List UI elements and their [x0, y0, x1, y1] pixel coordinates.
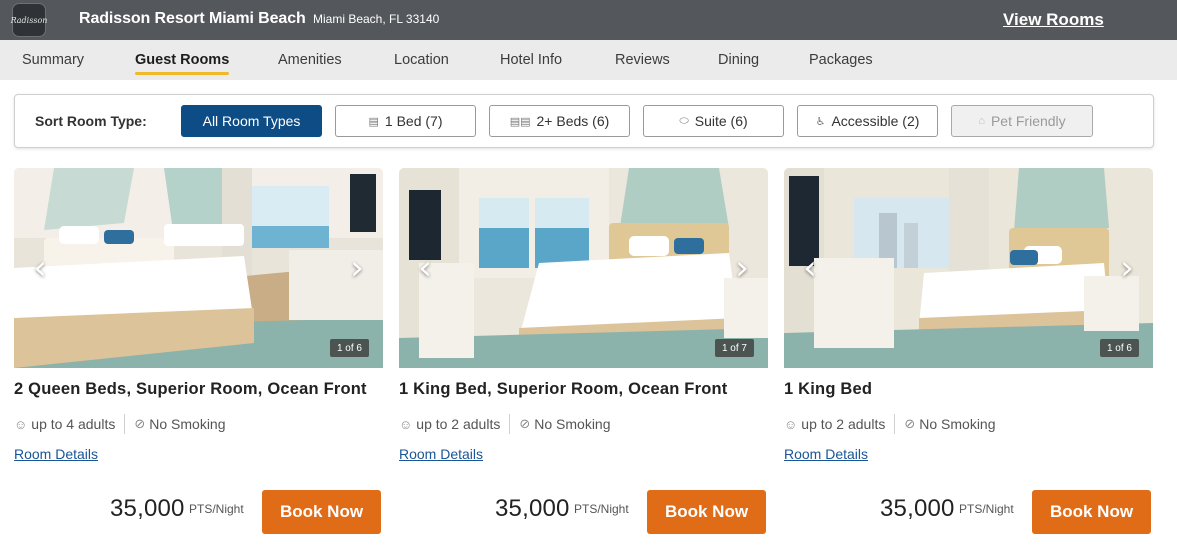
- prev-photo-icon[interactable]: ‹: [413, 250, 437, 286]
- filter-label: Pet Friendly: [990, 113, 1066, 129]
- filter-2-plus-beds[interactable]: ▤▤ 2+ Beds (6): [489, 105, 630, 137]
- next-photo-icon[interactable]: ›: [730, 250, 754, 286]
- logo-text: Radisson: [10, 15, 48, 25]
- hotel-address: Miami Beach, FL 33140: [313, 12, 440, 26]
- two-beds-icon: ▤▤: [509, 115, 531, 128]
- book-now-button[interactable]: Book Now: [647, 490, 766, 534]
- room-details-link[interactable]: Room Details: [399, 446, 483, 462]
- tab-packages[interactable]: Packages: [809, 52, 873, 68]
- person-icon: ☺: [399, 416, 413, 432]
- next-photo-icon[interactable]: ›: [1115, 250, 1139, 286]
- filter-1-bed[interactable]: ▤ 1 Bed (7): [335, 105, 476, 137]
- room-type-filter-bar: Sort Room Type: All Room Types ▤ 1 Bed (…: [14, 94, 1154, 148]
- price-points: 35,000: [880, 495, 955, 522]
- hotel-name: Radisson Resort Miami Beach: [79, 10, 306, 27]
- view-rooms-link[interactable]: View Rooms: [1003, 10, 1104, 30]
- price-points: 35,000: [495, 495, 570, 522]
- occupancy-text: up to 2 adults: [416, 416, 501, 432]
- room-photo[interactable]: ‹ › 1 of 7: [399, 168, 768, 368]
- divider: [509, 414, 511, 434]
- no-smoking-icon: ⊘: [134, 416, 146, 431]
- filter-all-room-types[interactable]: All Room Types: [181, 105, 322, 137]
- divider: [894, 414, 896, 434]
- smoking-text: No Smoking: [534, 416, 611, 432]
- room-meta: ☺ up to 2 adults ⊘ No Smoking: [399, 414, 611, 434]
- radisson-logo[interactable]: Radisson: [10, 3, 48, 37]
- filter-label: 1 Bed (7): [384, 113, 443, 129]
- tab-hotel-info[interactable]: Hotel Info: [500, 52, 562, 68]
- photo-counter: 1 of 7: [714, 339, 754, 357]
- dog-icon: ⌂: [978, 115, 985, 127]
- sort-room-type-label: Sort Room Type:: [35, 113, 147, 129]
- price-unit: PTS/Night: [959, 502, 1014, 516]
- tab-reviews[interactable]: Reviews: [615, 52, 670, 68]
- room-details-link[interactable]: Room Details: [784, 446, 868, 462]
- tab-amenities[interactable]: Amenities: [278, 52, 342, 68]
- room-title: 1 King Bed, Superior Room, Ocean Front: [399, 380, 728, 398]
- filter-pet-friendly[interactable]: ⌂ Pet Friendly: [951, 105, 1093, 137]
- tab-location[interactable]: Location: [394, 52, 449, 68]
- room-title: 2 Queen Beds, Superior Room, Ocean Front: [14, 380, 367, 398]
- person-icon: ☺: [14, 416, 28, 432]
- room-photo[interactable]: ‹ › 1 of 6: [14, 168, 383, 368]
- photo-counter: 1 of 6: [1099, 339, 1139, 357]
- occupancy-text: up to 4 adults: [31, 416, 116, 432]
- filter-suite[interactable]: ⬭ Suite (6): [643, 105, 784, 137]
- price-unit: PTS/Night: [574, 502, 629, 516]
- room-card: ‹ › 1 of 7 1 King Bed, Superior Room, Oc…: [399, 168, 768, 550]
- bed-icon: ▤: [368, 115, 379, 128]
- price-unit: PTS/Night: [189, 502, 244, 516]
- tab-guest-rooms[interactable]: Guest Rooms: [135, 52, 230, 75]
- room-details-link[interactable]: Room Details: [14, 446, 98, 462]
- room-meta: ☺ up to 2 adults ⊘ No Smoking: [784, 414, 996, 434]
- filter-label: All Room Types: [202, 113, 301, 129]
- no-smoking-icon: ⊘: [904, 416, 916, 431]
- tab-dining[interactable]: Dining: [718, 52, 759, 68]
- book-now-button[interactable]: Book Now: [262, 490, 381, 534]
- filter-accessible[interactable]: ♿ Accessible (2): [797, 105, 938, 137]
- occupancy-text: up to 2 adults: [801, 416, 886, 432]
- room-meta: ☺ up to 4 adults ⊘ No Smoking: [14, 414, 226, 434]
- no-smoking-icon: ⊘: [519, 416, 531, 431]
- divider: [124, 414, 126, 434]
- prev-photo-icon[interactable]: ‹: [798, 250, 822, 286]
- prev-photo-icon[interactable]: ‹: [28, 250, 52, 286]
- top-bar: Radisson Radisson Resort Miami Beach Mia…: [0, 0, 1177, 40]
- section-tabs: Summary Guest Rooms Amenities Location H…: [0, 40, 1177, 80]
- filter-label: Accessible (2): [831, 113, 920, 129]
- sofa-icon: ⬭: [679, 114, 689, 127]
- person-icon: ☺: [784, 416, 798, 432]
- photo-counter: 1 of 6: [329, 339, 369, 357]
- filter-label: 2+ Beds (6): [536, 113, 610, 129]
- room-card: ‹ › 1 of 6 2 Queen Beds, Superior Room, …: [14, 168, 383, 550]
- book-now-button[interactable]: Book Now: [1032, 490, 1151, 534]
- filter-label: Suite (6): [694, 113, 748, 129]
- next-photo-icon[interactable]: ›: [345, 250, 369, 286]
- room-title: 1 King Bed: [784, 380, 873, 398]
- room-card: ‹ › 1 of 6 1 King Bed ☺ up to 2 adults ⊘…: [784, 168, 1153, 550]
- smoking-text: No Smoking: [149, 416, 226, 432]
- smoking-text: No Smoking: [919, 416, 996, 432]
- price-points: 35,000: [110, 495, 185, 522]
- tab-summary[interactable]: Summary: [22, 52, 84, 68]
- wheelchair-icon: ♿: [815, 115, 826, 128]
- room-photo[interactable]: ‹ › 1 of 6: [784, 168, 1153, 368]
